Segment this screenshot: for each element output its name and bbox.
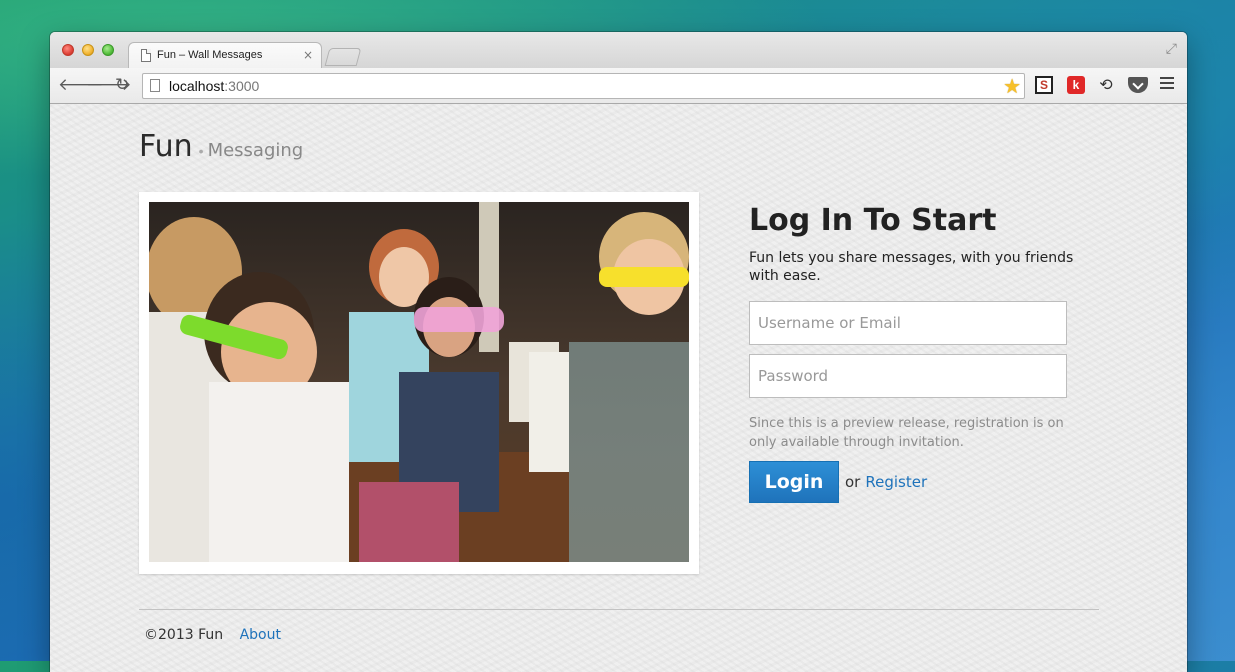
- footer: ©2013 Fun About: [144, 627, 281, 643]
- extension-k-icon[interactable]: k: [1067, 76, 1085, 94]
- site-brand[interactable]: Fun • Messaging: [139, 129, 303, 164]
- login-description: Fun lets you share messages, with you fr…: [749, 250, 1074, 284]
- or-text: or: [845, 473, 861, 491]
- reload-icon[interactable]: ↻: [115, 75, 129, 95]
- username-input[interactable]: [749, 301, 1067, 345]
- register-link[interactable]: Register: [865, 473, 927, 491]
- new-tab-button[interactable]: [324, 48, 362, 66]
- page-icon: [150, 79, 160, 92]
- copyright-text: ©2013 Fun: [144, 627, 224, 643]
- title-bar: Fun – Wall Messages × ⤢: [50, 32, 1187, 69]
- hero-photo-frame: [139, 192, 699, 574]
- password-input[interactable]: [749, 354, 1067, 398]
- bookmark-star-icon[interactable]: ★: [1003, 74, 1021, 98]
- close-window-button[interactable]: [62, 44, 74, 56]
- login-title: Log In To Start: [749, 203, 997, 238]
- browser-window: Fun – Wall Messages × ⤢ 🡐 🡒 ↻ localhost:…: [50, 32, 1187, 672]
- minimize-window-button[interactable]: [82, 44, 94, 56]
- tab-close-icon[interactable]: ×: [303, 48, 313, 62]
- sync-extension-icon[interactable]: ⟲: [1097, 76, 1115, 94]
- page-icon: [141, 49, 151, 62]
- login-button[interactable]: Login: [749, 461, 839, 503]
- maximize-window-button[interactable]: [102, 44, 114, 56]
- footer-divider: [139, 609, 1099, 610]
- tab-title: Fun – Wall Messages: [157, 49, 263, 61]
- invitation-note: Since this is a preview release, registr…: [749, 416, 1064, 450]
- brand-separator: •: [198, 143, 204, 159]
- extension-s-icon[interactable]: S: [1035, 76, 1053, 94]
- page-content: Fun • Messaging Log In To Start Fun lets…: [50, 104, 1187, 672]
- about-link[interactable]: About: [240, 627, 281, 643]
- fullscreen-icon[interactable]: ⤢: [1166, 41, 1177, 57]
- login-actions: Login or Register: [749, 461, 1079, 503]
- browser-tab[interactable]: Fun – Wall Messages ×: [128, 42, 322, 69]
- hero-photo: [149, 202, 689, 562]
- brand-name: Fun: [139, 129, 193, 164]
- menu-icon[interactable]: [1160, 77, 1174, 92]
- browser-toolbar: 🡐 🡒 ↻ localhost:3000 ★ S k ⟲: [50, 68, 1187, 104]
- brand-subtitle: Messaging: [207, 140, 304, 161]
- url-text[interactable]: localhost:3000: [169, 77, 259, 95]
- address-bar[interactable]: localhost:3000 ★: [142, 73, 1025, 99]
- pocket-icon[interactable]: [1128, 77, 1148, 93]
- login-panel: Log In To Start Fun lets you share messa…: [749, 202, 1079, 503]
